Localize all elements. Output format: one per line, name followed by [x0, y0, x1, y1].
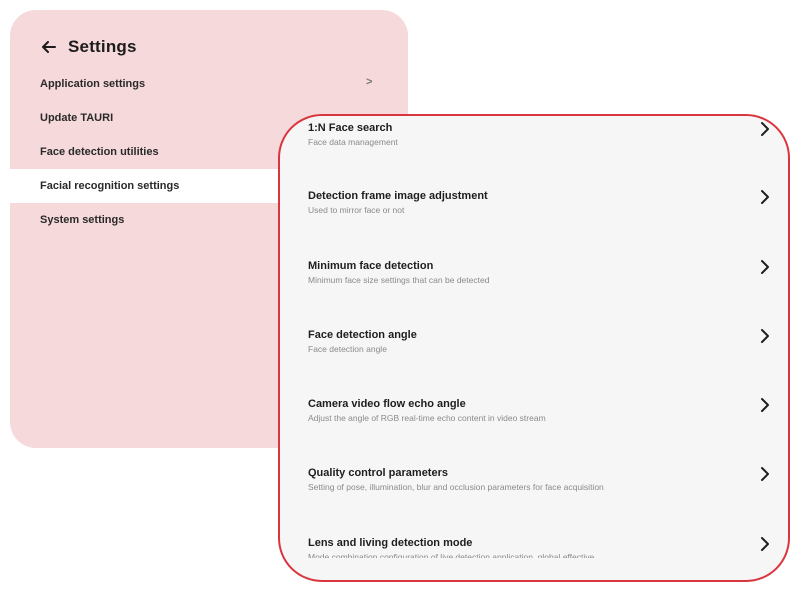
item-title: Detection frame image adjustment: [308, 190, 488, 202]
sidebar-item-label: Face detection utilities: [40, 146, 159, 158]
chevron-right-icon: [758, 120, 772, 138]
item-subtitle: Used to mirror face or not: [308, 205, 405, 215]
list-item-face-detection-angle[interactable]: Face detection angle Face detection angl…: [280, 329, 788, 389]
chevron-right-icon: >: [366, 76, 373, 88]
item-title: Quality control parameters: [308, 467, 448, 479]
chevron-right-icon: [758, 327, 772, 345]
chevron-right-icon: [758, 188, 772, 206]
item-subtitle: Face detection angle: [308, 344, 387, 354]
chevron-right-icon: [758, 465, 772, 483]
item-subtitle: Minimum face size settings that can be d…: [308, 275, 490, 285]
arrow-left-icon[interactable]: [40, 38, 58, 56]
sidebar-item-application-settings[interactable]: Application settings >: [10, 67, 408, 101]
sidebar-item-label: Update TAURI: [40, 112, 114, 124]
item-subtitle: Mode combination configuration of live d…: [308, 552, 595, 558]
chevron-right-icon: [758, 535, 772, 553]
item-subtitle: Setting of pose, illumination, blur and …: [308, 482, 604, 492]
sidebar-item-label: System settings: [40, 214, 125, 226]
list-item-face-search[interactable]: 1:N Face search Face data management: [280, 122, 788, 182]
list-item-camera-video-flow-echo-angle[interactable]: Camera video flow echo angle Adjust the …: [280, 398, 788, 458]
screen: Settings Application settings > Update T…: [0, 0, 798, 590]
list-item-lens-and-living-detection-mode[interactable]: Lens and living detection mode Mode comb…: [280, 535, 788, 580]
item-title: Camera video flow echo angle: [308, 398, 466, 410]
facial-recognition-settings-panel: 1:N Face search Face data management Det…: [278, 114, 790, 582]
item-title: Face detection angle: [308, 329, 417, 341]
item-subtitle: Adjust the angle of RGB real-time echo c…: [308, 413, 546, 423]
list-item-detection-frame-image-adjustment[interactable]: Detection frame image adjustment Used to…: [280, 190, 788, 250]
page-title: Settings: [68, 37, 137, 56]
sidebar-item-label: Facial recognition settings: [40, 180, 180, 192]
item-title: Lens and living detection mode: [308, 537, 473, 549]
item-title: Minimum face detection: [308, 260, 434, 272]
sidebar-item-label: Application settings: [40, 78, 146, 90]
item-subtitle: Face data management: [308, 137, 398, 147]
list-item-minimum-face-detection[interactable]: Minimum face detection Minimum face size…: [280, 260, 788, 320]
list-item-quality-control-parameters[interactable]: Quality control parameters Setting of po…: [280, 467, 788, 527]
chevron-right-icon: [758, 396, 772, 414]
item-title: 1:N Face search: [308, 122, 393, 134]
settings-header: Settings: [40, 37, 137, 57]
chevron-right-icon: [758, 258, 772, 276]
